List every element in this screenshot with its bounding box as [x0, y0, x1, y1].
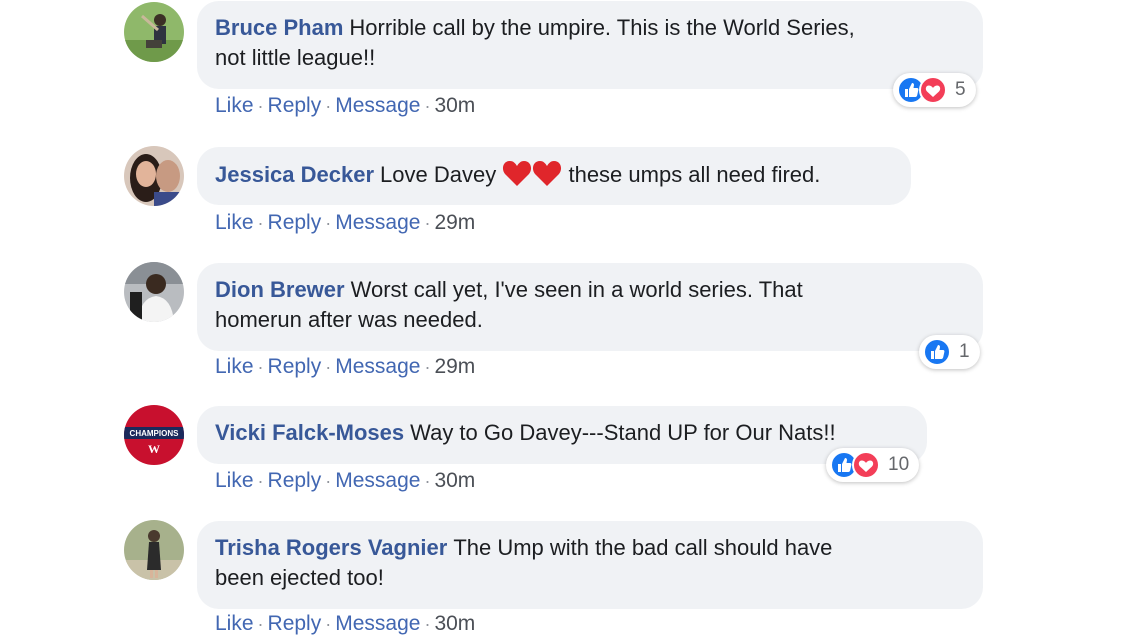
comment-actions: Like · Reply · Message · 29m [215, 355, 475, 379]
separator: · [257, 471, 264, 491]
comment-actions: Like · Reply · Message · 30m [215, 612, 475, 636]
avatar[interactable] [124, 520, 184, 580]
timestamp[interactable]: 30m [434, 469, 475, 492]
comment-text: The Ump with the bad call should have [453, 535, 833, 560]
reaction-count: 5 [955, 79, 966, 100]
comment-bubble: Bruce Pham Horrible call by the umpire. T… [197, 1, 983, 89]
message-link[interactable]: Message [335, 612, 420, 635]
separator: · [325, 213, 332, 233]
separator: · [424, 213, 431, 233]
timestamp[interactable]: 30m [434, 612, 475, 635]
separator: · [325, 614, 332, 634]
comment-actions: Like · Reply · Message · 30m [215, 94, 475, 118]
separator: · [257, 357, 264, 377]
separator: · [325, 357, 332, 377]
comment-text: Horrible call by the umpire. This is the… [349, 15, 855, 40]
separator: · [257, 213, 264, 233]
love-reaction-icon [919, 76, 947, 104]
separator: · [325, 471, 332, 491]
separator: · [325, 96, 332, 116]
avatar-badge-text: CHAMPIONS [130, 429, 180, 438]
timestamp[interactable]: 29m [434, 211, 475, 234]
avatar[interactable] [124, 262, 184, 322]
comment-text: Love Davey [380, 162, 497, 187]
avatar[interactable] [124, 2, 184, 62]
comment-bubble: Vicki Falck-Moses Way to Go Davey---Stand… [197, 406, 927, 464]
svg-text:W: W [148, 442, 160, 456]
reply-link[interactable]: Reply [268, 94, 322, 117]
avatar-photo [124, 520, 184, 580]
comment-author[interactable]: Dion Brewer [215, 277, 345, 302]
like-reaction-icon [923, 338, 951, 366]
like-link[interactable]: Like [215, 469, 254, 492]
message-link[interactable]: Message [335, 355, 420, 378]
avatar-photo [124, 2, 184, 62]
avatar[interactable] [124, 146, 184, 206]
separator: · [424, 471, 431, 491]
comment-text: Way to Go Davey---Stand UP for Our Nats!… [410, 420, 836, 445]
reactions-summary[interactable]: 1 [919, 335, 980, 369]
reaction-count: 1 [959, 341, 970, 362]
red-heart-emoji [503, 161, 532, 186]
message-link[interactable]: Message [335, 94, 420, 117]
separator: · [257, 96, 264, 116]
like-link[interactable]: Like [215, 94, 254, 117]
separator: · [424, 96, 431, 116]
reply-link[interactable]: Reply [268, 355, 322, 378]
comment-bubble: Dion Brewer Worst call yet, I've seen in … [197, 263, 983, 351]
separator: · [257, 614, 264, 634]
comment-text: these umps all need fired. [568, 162, 821, 187]
comment-bubble: Jessica Decker Love Davey these umps all … [197, 147, 911, 205]
reply-link[interactable]: Reply [268, 211, 322, 234]
love-reaction-icon [852, 451, 880, 479]
reply-link[interactable]: Reply [268, 612, 322, 635]
separator: · [424, 357, 431, 377]
reaction-count: 10 [888, 454, 910, 475]
comment-author[interactable]: Jessica Decker [215, 162, 374, 187]
like-link[interactable]: Like [215, 355, 254, 378]
comment-author[interactable]: Trisha Rogers Vagnier [215, 535, 447, 560]
reactions-summary[interactable]: 5 [893, 73, 976, 107]
timestamp[interactable]: 29m [434, 355, 475, 378]
comment-text-line2: been ejected too! [215, 565, 384, 590]
reply-link[interactable]: Reply [268, 469, 322, 492]
avatar-photo [124, 146, 184, 206]
comment-actions: Like · Reply · Message · 30m [215, 469, 475, 493]
red-heart-emoji [533, 161, 562, 186]
comment-author[interactable]: Bruce Pham [215, 15, 343, 40]
comment-bubble: Trisha Rogers Vagnier The Ump with the ba… [197, 521, 983, 609]
comment-text-line2: not little league!! [215, 45, 376, 70]
avatar[interactable]: CHAMPIONS W [124, 405, 184, 465]
comment-actions: Like · Reply · Message · 29m [215, 211, 475, 235]
like-link[interactable]: Like [215, 211, 254, 234]
timestamp[interactable]: 30m [434, 94, 475, 117]
separator: · [424, 614, 431, 634]
comment-author[interactable]: Vicki Falck-Moses [215, 420, 404, 445]
comment-text-line2: homerun after was needed. [215, 307, 483, 332]
avatar-photo [124, 262, 184, 322]
message-link[interactable]: Message [335, 469, 420, 492]
message-link[interactable]: Message [335, 211, 420, 234]
comment-text: Worst call yet, I've seen in a world ser… [350, 277, 803, 302]
reactions-summary[interactable]: 10 [826, 448, 920, 482]
avatar-photo: CHAMPIONS W [124, 405, 184, 465]
like-link[interactable]: Like [215, 612, 254, 635]
